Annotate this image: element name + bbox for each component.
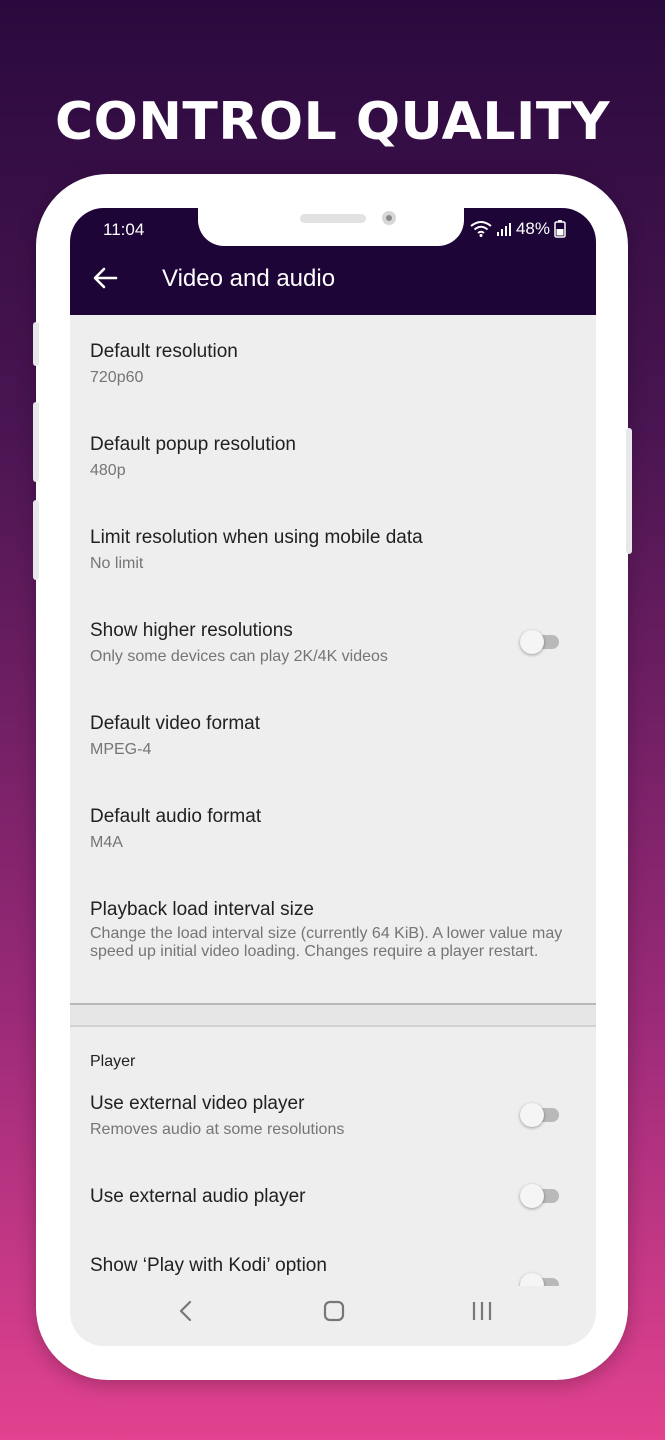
setting-title: Show ‘Play with Kodi’ option	[90, 1255, 327, 1276]
setting-summary: No limit	[90, 555, 144, 572]
setting-show-higher-resolutions[interactable]: Show higher resolutions Only some device…	[90, 620, 560, 666]
setting-summary: Removes audio at some resolutions	[90, 1121, 345, 1138]
section-divider	[70, 1003, 596, 1027]
side-button	[33, 402, 39, 482]
phone-screen: 11:04 48% Video and audio Default resolu…	[70, 208, 596, 1346]
setting-title: Use external video player	[90, 1093, 305, 1114]
external-audio-player-toggle[interactable]	[520, 1182, 562, 1210]
setting-title: Default audio format	[90, 806, 262, 827]
battery-percent: 48%	[515, 219, 550, 238]
setting-playback-load-interval[interactable]: Playback load interval size Change the l…	[90, 899, 576, 961]
nav-home-square-icon[interactable]	[323, 1300, 345, 1327]
back-arrow-icon[interactable]	[92, 267, 118, 289]
settings-list: Default resolution 720p60 Default popup …	[70, 315, 596, 1297]
status-icons: 48%	[470, 219, 566, 239]
setting-summary: M4A	[90, 834, 123, 851]
setting-limit-resolution[interactable]: Limit resolution when using mobile data …	[90, 527, 560, 573]
camera	[382, 211, 396, 225]
setting-title: Default video format	[90, 713, 261, 734]
nav-recents-lines-icon[interactable]	[470, 1300, 494, 1327]
setting-summary: 480p	[90, 462, 126, 479]
setting-default-popup-resolution[interactable]: Default popup resolution 480p	[90, 434, 560, 480]
setting-default-video-format[interactable]: Default video format MPEG-4	[90, 713, 560, 759]
setting-summary: MPEG-4	[90, 741, 152, 758]
show-higher-resolutions-toggle[interactable]	[520, 628, 562, 656]
nav-back-chevron-left-icon[interactable]	[176, 1300, 196, 1327]
side-button	[33, 322, 39, 366]
status-time: 11:04	[103, 220, 145, 239]
setting-play-with-kodi[interactable]: Show ‘Play with Kodi’ option	[90, 1255, 560, 1277]
app-bar: 11:04 48% Video and audio	[70, 208, 596, 315]
setting-title: Default resolution	[90, 341, 238, 362]
setting-title: Show higher resolutions	[90, 620, 293, 641]
setting-title: Playback load interval size	[90, 899, 314, 920]
system-nav-bar	[70, 1286, 596, 1346]
toggle-thumb	[520, 1184, 544, 1208]
page-title: Video and audio	[162, 265, 336, 292]
side-button	[626, 428, 632, 554]
section-header-player: Player	[90, 1053, 136, 1070]
setting-default-audio-format[interactable]: Default audio format M4A	[90, 806, 560, 852]
headline: CONTROL QUALITY	[54, 92, 611, 152]
side-button	[33, 500, 39, 580]
battery-icon	[554, 220, 566, 238]
setting-external-video-player[interactable]: Use external video player Removes audio …	[90, 1093, 560, 1139]
speaker	[300, 214, 366, 223]
signal-icon	[496, 221, 512, 237]
setting-summary: Change the load interval size (currently…	[90, 925, 563, 960]
toggle-thumb	[520, 630, 544, 654]
setting-title: Default popup resolution	[90, 434, 296, 455]
external-video-player-toggle[interactable]	[520, 1101, 562, 1129]
setting-title: Use external audio player	[90, 1186, 306, 1207]
setting-title: Limit resolution when using mobile data	[90, 527, 423, 548]
toggle-thumb	[520, 1103, 544, 1127]
setting-default-resolution[interactable]: Default resolution 720p60	[90, 341, 560, 387]
notch	[198, 208, 464, 246]
setting-summary: 720p60	[90, 369, 144, 386]
wifi-icon	[470, 221, 492, 237]
setting-summary: Only some devices can play 2K/4K videos	[90, 648, 388, 665]
setting-external-audio-player[interactable]: Use external audio player	[90, 1186, 560, 1208]
